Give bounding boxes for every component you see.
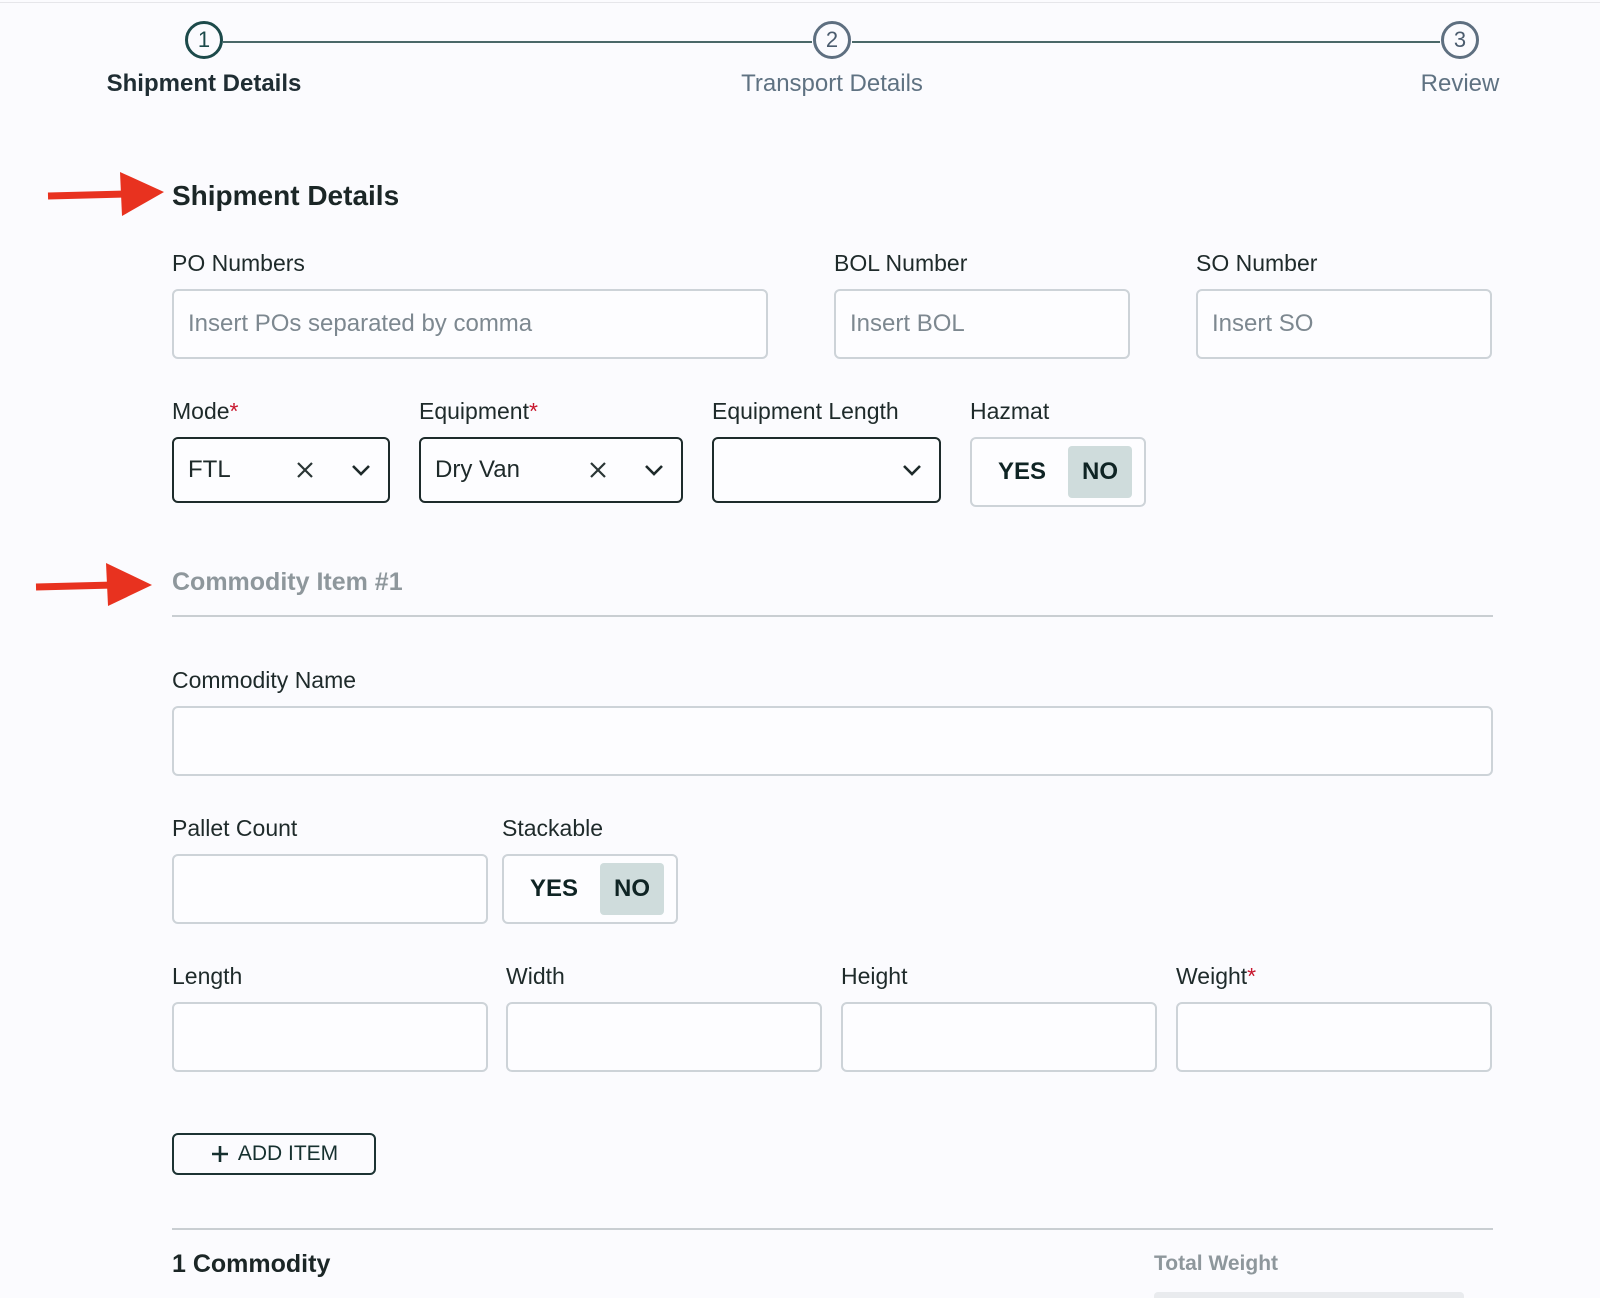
equipment-select[interactable]: Dry Van xyxy=(419,437,683,503)
commodity-name-input[interactable] xyxy=(172,706,1493,776)
commodity-count: 1 Commodity xyxy=(172,1250,331,1278)
height-input[interactable] xyxy=(841,1002,1157,1072)
summary-divider xyxy=(172,1228,1493,1230)
add-item-button[interactable]: ADD ITEM xyxy=(172,1133,376,1175)
step-2-indicator[interactable]: 2 xyxy=(813,21,851,59)
width-input[interactable] xyxy=(506,1002,822,1072)
bol-number-label: BOL Number xyxy=(834,250,968,276)
stackable-toggle: YES NO xyxy=(502,854,678,924)
total-weight-label: Total Weight xyxy=(1154,1252,1279,1275)
step-1-number: 1 xyxy=(197,27,211,52)
commodity-name-label: Commodity Name xyxy=(172,667,357,693)
equipment-label: Equipment* xyxy=(419,398,538,425)
pallet-count-input[interactable] xyxy=(172,854,488,924)
mode-select-value: FTL xyxy=(188,456,231,483)
pallet-count-label: Pallet Count xyxy=(172,815,298,841)
step-1-indicator[interactable]: 1 xyxy=(185,21,223,59)
weight-label: Weight* xyxy=(1176,963,1256,990)
step-3-label: Review xyxy=(1420,70,1500,97)
step-1-label: Shipment Details xyxy=(106,70,302,97)
close-icon[interactable] xyxy=(292,457,318,483)
section-title-shipment-details: Shipment Details xyxy=(172,180,400,211)
length-input[interactable] xyxy=(172,1002,488,1072)
commodity-divider xyxy=(172,615,1493,617)
commodity-item-title: Commodity Item #1 xyxy=(172,568,403,596)
width-label: Width xyxy=(506,963,565,989)
step-connector-1-2 xyxy=(223,41,812,43)
total-weight-field xyxy=(1154,1292,1464,1298)
step-3-indicator[interactable]: 3 xyxy=(1441,21,1479,59)
step-3-number: 3 xyxy=(1453,27,1467,52)
step-2-label: Transport Details xyxy=(741,70,923,97)
mode-select[interactable]: FTL xyxy=(172,437,390,503)
arrow-shaft xyxy=(47,190,127,200)
so-number-label: SO Number xyxy=(1196,250,1318,276)
close-icon[interactable] xyxy=(585,457,611,483)
arrow-head xyxy=(120,172,164,216)
po-numbers-input[interactable] xyxy=(172,289,768,359)
weight-input[interactable] xyxy=(1176,1002,1492,1072)
equipment-length-select[interactable] xyxy=(712,437,941,503)
add-item-label: ADD ITEM xyxy=(237,1142,339,1165)
so-number-input[interactable] xyxy=(1196,289,1492,359)
hazmat-toggle: YES NO xyxy=(970,437,1146,507)
arrow-shaft xyxy=(35,581,115,591)
plus-icon xyxy=(211,1146,228,1162)
equipment-select-value: Dry Van xyxy=(435,456,520,483)
arrow-head xyxy=(106,563,152,606)
chevron-down-icon[interactable] xyxy=(348,457,374,483)
length-label: Length xyxy=(172,963,243,989)
chevron-down-icon[interactable] xyxy=(899,457,925,483)
required-asterisk: * xyxy=(229,398,239,424)
stackable-label: Stackable xyxy=(502,815,604,841)
bol-number-input[interactable] xyxy=(834,289,1130,359)
top-divider xyxy=(0,2,1600,3)
required-asterisk: * xyxy=(528,398,538,424)
mode-label: Mode* xyxy=(172,398,239,425)
required-asterisk: * xyxy=(1247,963,1257,989)
hazmat-no-option[interactable]: NO xyxy=(1068,446,1133,498)
step-connector-2-3 xyxy=(852,41,1440,43)
mode-label-text: Mode xyxy=(172,398,230,424)
height-label: Height xyxy=(841,963,908,989)
equipment-label-text: Equipment xyxy=(419,398,529,424)
stackable-yes-option[interactable]: YES xyxy=(516,863,592,915)
chevron-down-icon[interactable] xyxy=(641,457,667,483)
po-numbers-label: PO Numbers xyxy=(172,250,305,276)
equipment-length-label: Equipment Length xyxy=(712,398,899,424)
stackable-no-option[interactable]: NO xyxy=(600,863,665,915)
red-arrow-annotation xyxy=(35,563,152,606)
weight-label-text: Weight xyxy=(1176,963,1248,989)
red-arrow-annotation xyxy=(47,172,164,216)
hazmat-yes-option[interactable]: YES xyxy=(984,446,1060,498)
hazmat-label: Hazmat xyxy=(970,398,1050,424)
step-2-number: 2 xyxy=(825,27,839,52)
